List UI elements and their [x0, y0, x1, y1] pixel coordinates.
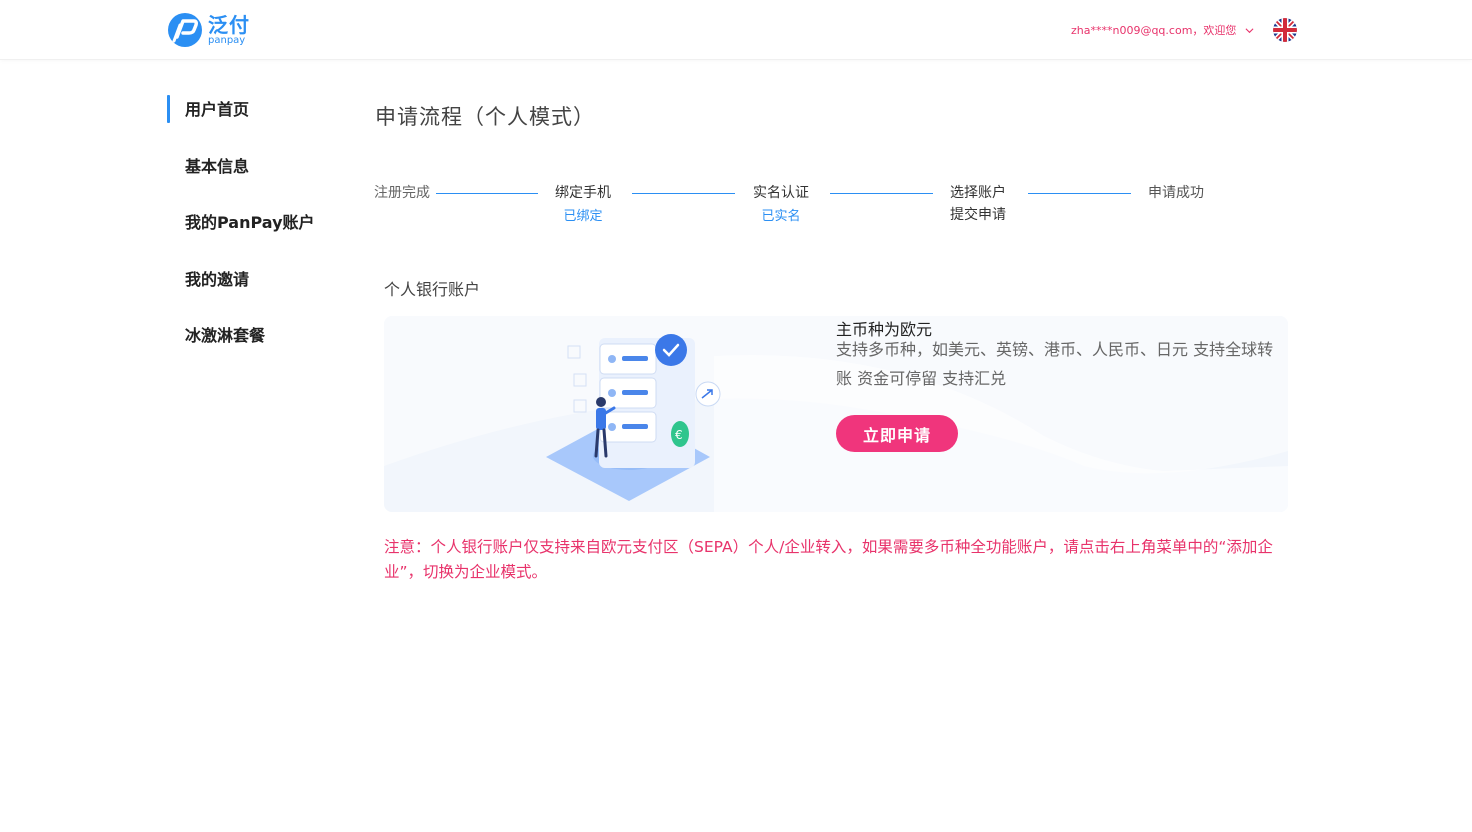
step-label: 实名认证	[753, 185, 809, 201]
logo-chinese-text: 泛付	[208, 12, 250, 37]
step-status: 已实名	[761, 209, 801, 224]
svg-text:€: €	[675, 428, 683, 442]
sidebar-item-basic-info[interactable]: 基本信息	[166, 149, 346, 185]
step-label: 注册完成	[374, 185, 430, 201]
step-select-account: 选择账户 提交申请	[950, 182, 1006, 226]
page-title: 申请流程（个人模式）	[375, 105, 595, 129]
card-description: 支持多币种，如美元、英镑、港币、人民币、日元 支持全球转账 资金可停留 支持汇兑	[836, 340, 1274, 388]
account-menu[interactable]: zha****n009@qq.com，欢迎您	[1071, 22, 1254, 38]
sidebar-item-home[interactable]: 用户首页	[166, 92, 346, 128]
step-connector	[436, 193, 538, 194]
sepa-notice: 注意：个人银行账户仅支持来自欧元支付区（SEPA）个人/企业转入，如果需要多币种…	[384, 538, 1273, 581]
logo-wordmark: 泛付 panpay	[208, 15, 250, 46]
sidebar-item-invitations[interactable]: 我的邀请	[166, 262, 346, 298]
step-label: 绑定手机	[555, 185, 611, 201]
logo-english-text: panpay	[208, 34, 246, 46]
application-steps: 注册完成 绑定手机 已绑定 实名认证 已实名 选择账户 提交申请 申请成功	[374, 182, 1274, 232]
step-success: 申请成功	[1148, 182, 1204, 204]
sidebar-item-panpay-account[interactable]: 我的PanPay账户	[166, 205, 346, 241]
step-label: 申请成功	[1148, 185, 1204, 201]
uk-flag-language-icon[interactable]	[1273, 18, 1297, 42]
top-header: 泛付 panpay zha****n009@qq.com，欢迎您	[0, 0, 1472, 60]
step-bind-phone: 绑定手机 已绑定	[555, 182, 611, 228]
account-label: zha****n009@qq.com，欢迎您	[1071, 24, 1237, 37]
step-label: 选择账户	[950, 185, 1006, 201]
section-title: 个人银行账户	[384, 280, 481, 299]
chevron-down-icon	[1245, 27, 1254, 33]
personal-account-card: € 主币种为欧元 支持多币种，如美元、英镑、港币、人民币、日元 支持全球转账 资…	[384, 316, 1288, 512]
sidebar-item-ice-cream-package[interactable]: 冰激淋套餐	[166, 318, 346, 354]
step-registration: 注册完成	[374, 182, 430, 204]
panpay-logo-icon	[168, 13, 202, 47]
panpay-logo[interactable]: 泛付 panpay	[166, 11, 250, 49]
bank-account-illustration: €	[546, 334, 721, 501]
step-status: 已绑定	[563, 209, 603, 224]
step-connector	[830, 193, 933, 194]
apply-now-button[interactable]: 立即申请	[836, 415, 958, 452]
step-real-name: 实名认证 已实名	[753, 182, 809, 228]
sidebar-nav: 用户首页 基本信息 我的PanPay账户 我的邀请 冰激淋套餐	[166, 92, 346, 375]
step-connector	[632, 193, 735, 194]
step-connector	[1028, 193, 1131, 194]
step-label-line2: 提交申请	[950, 207, 1006, 223]
